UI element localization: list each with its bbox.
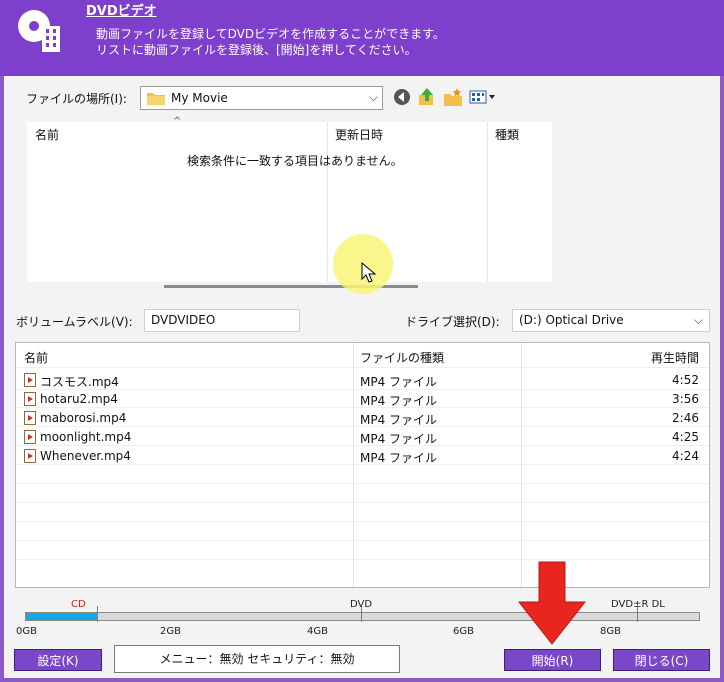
sort-caret-icon: ^	[173, 116, 182, 127]
app-title: DVDビデオ	[86, 4, 157, 19]
volume-label: ボリュームラベル(V):	[16, 315, 133, 329]
column-divider	[487, 122, 488, 282]
capacity-tick: 2GB	[160, 626, 181, 637]
list-item[interactable]: Whenever.mp4 MP4 ファイル 4:24	[16, 447, 709, 466]
drive-value: (D:) Optical Drive	[519, 313, 624, 327]
row-divider	[16, 521, 709, 522]
list-item[interactable]: moonlight.mp4 MP4 ファイル 4:25	[16, 428, 709, 447]
video-file-icon	[24, 411, 36, 425]
row-divider	[16, 540, 709, 541]
dvd-dl-marker-label: DVD±R DL	[611, 599, 665, 610]
capacity-tick: 4GB	[307, 626, 328, 637]
row-divider	[16, 559, 709, 560]
video-file-icon	[24, 449, 36, 463]
file-duration: 4:24	[672, 449, 699, 463]
file-name: maborosi.mp4	[40, 411, 127, 425]
chevron-down-icon: ⌵	[693, 313, 703, 327]
list-column-name[interactable]: 名前	[24, 349, 48, 366]
list-item[interactable]: maborosi.mp4 MP4 ファイル 2:46	[16, 409, 709, 428]
location-label: ファイルの場所(I):	[26, 92, 127, 106]
empty-message: 検索条件に一致する項目はありません。	[187, 154, 403, 168]
description-line-1: 動画ファイルを登録してDVDビデオを作成することができます。	[96, 27, 445, 41]
capacity-tick: 8GB	[600, 626, 621, 637]
header-description: 動画ファイルを登録してDVDビデオを作成することができます。 リストに動画ファイ…	[96, 26, 445, 58]
settings-button[interactable]: 設定(K)	[14, 649, 102, 671]
back-icon[interactable]	[391, 86, 413, 108]
list-item[interactable]: hotaru2.mp4 MP4 ファイル 3:56	[16, 390, 709, 409]
start-button[interactable]: 開始(R)	[504, 649, 601, 671]
row-divider	[16, 483, 709, 484]
file-duration: 4:52	[672, 373, 699, 387]
browser-column-modified[interactable]: 更新日時	[335, 126, 383, 143]
file-type: MP4 ファイル	[360, 375, 438, 389]
up-folder-icon[interactable]	[416, 86, 438, 108]
file-list[interactable]: 名前 ファイルの種類 再生時間 コスモス.mp4 MP4 ファイル 4:52 h…	[15, 342, 710, 588]
browser-column-name[interactable]: 名前	[35, 126, 59, 143]
capacity-tick: 0GB	[16, 626, 37, 637]
chevron-down-icon: ⌵	[368, 90, 378, 104]
red-down-arrow-icon	[517, 561, 587, 645]
file-name: コスモス.mp4	[40, 375, 119, 389]
status-display: メニュー：無効 セキュリティ：無効	[114, 645, 400, 673]
row-divider	[16, 502, 709, 503]
file-name: hotaru2.mp4	[40, 392, 118, 406]
video-file-icon	[24, 392, 36, 406]
description-line-2: リストに動画ファイルを登録後、[開始]を押してください。	[96, 43, 417, 57]
capacity-tick: 6GB	[453, 626, 474, 637]
dvd-marker-label: DVD	[350, 599, 373, 610]
file-type: MP4 ファイル	[360, 432, 438, 446]
file-duration: 4:25	[672, 430, 699, 444]
capacity-fill	[26, 613, 98, 620]
folder-icon	[147, 93, 165, 105]
header-bar: DVDビデオ 動画ファイルを登録してDVDビデオを作成することができます。 リス…	[0, 0, 724, 76]
video-file-icon	[24, 373, 36, 387]
file-type: MP4 ファイル	[360, 394, 438, 408]
list-column-type[interactable]: ファイルの種類	[360, 349, 444, 366]
list-column-duration[interactable]: 再生時間	[651, 349, 699, 366]
location-value: My Movie	[171, 91, 228, 105]
file-duration: 2:46	[672, 411, 699, 425]
file-browser[interactable]: 名前 更新日時 種類 ^ 検索条件に一致する項目はありません。	[27, 116, 552, 282]
mouse-cursor-icon	[361, 262, 377, 283]
cd-marker-line	[97, 606, 98, 622]
video-file-icon	[24, 430, 36, 444]
column-divider	[327, 122, 328, 282]
file-name: Whenever.mp4	[40, 449, 131, 463]
location-combobox[interactable]: My Movie ⌵	[140, 86, 383, 110]
cd-marker-label: CD	[71, 599, 86, 610]
browser-column-type[interactable]: 種類	[495, 126, 519, 143]
volume-label-input[interactable]: DVDVIDEO	[144, 309, 300, 332]
file-name: moonlight.mp4	[40, 430, 132, 444]
dvd-video-logo-icon	[18, 10, 60, 52]
list-item[interactable]: コスモス.mp4 MP4 ファイル 4:52	[16, 371, 709, 390]
view-menu-icon[interactable]	[468, 86, 498, 108]
close-button[interactable]: 閉じる(C)	[613, 649, 710, 671]
capacity-bar	[25, 612, 700, 621]
header-divider	[16, 367, 709, 368]
file-type: MP4 ファイル	[360, 413, 438, 427]
drive-label: ドライブ選択(D):	[405, 315, 500, 329]
window-edge	[720, 76, 724, 682]
drive-select[interactable]: (D:) Optical Drive ⌵	[512, 309, 710, 332]
file-type: MP4 ファイル	[360, 451, 438, 465]
file-duration: 3:56	[672, 392, 699, 406]
new-folder-icon[interactable]	[442, 86, 464, 108]
